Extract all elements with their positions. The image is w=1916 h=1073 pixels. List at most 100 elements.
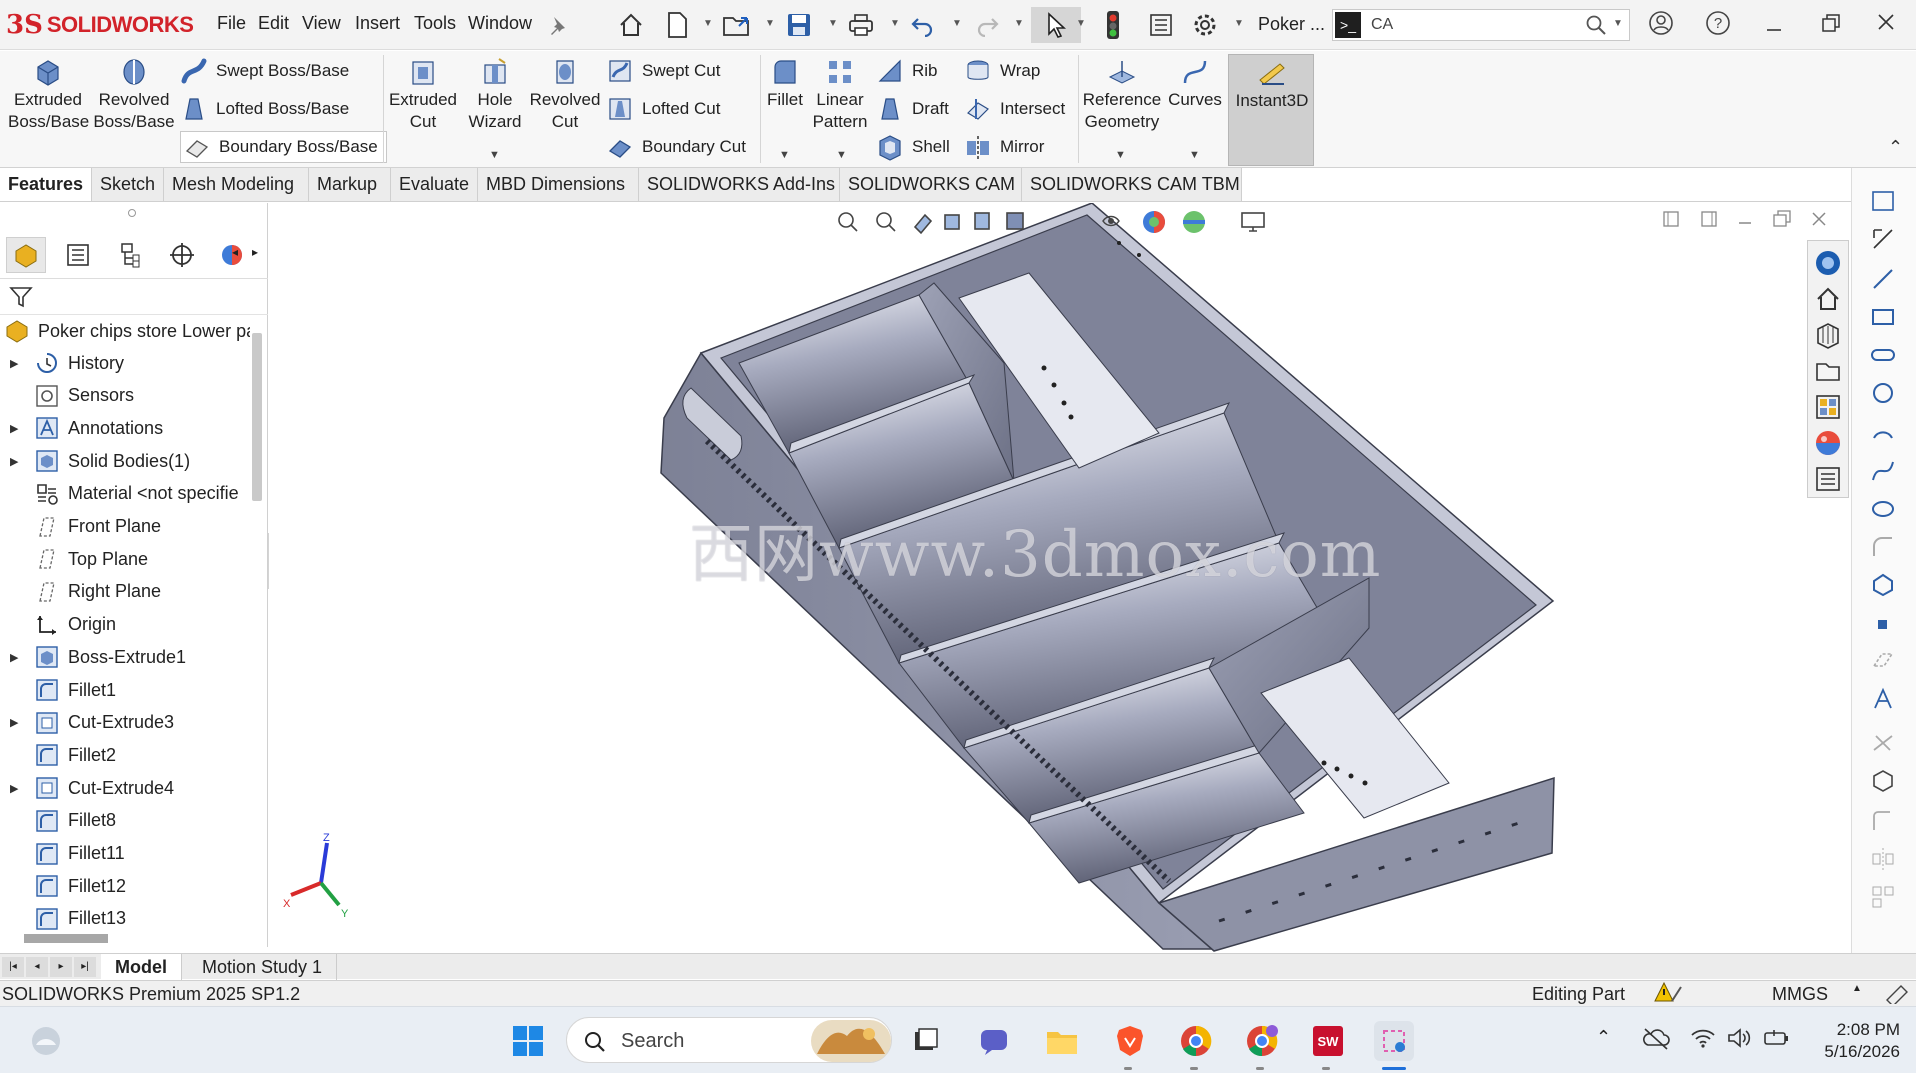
extruded-cut-button[interactable]: Extruded Cut [386,57,460,133]
wifi-icon[interactable] [1690,1027,1716,1054]
property-manager-tab-icon[interactable] [58,237,98,273]
rebuild-traffic-light-icon[interactable] [1098,10,1128,40]
show-hidden-icons-chevron-icon[interactable]: ⌃ [1596,1027,1611,1048]
tabs-scroll-right-icon[interactable]: ▸ [252,245,258,259]
design-library-icon[interactable] [1814,321,1842,354]
viewport-pane-right-icon[interactable] [1699,209,1719,234]
viewport-pane-left-icon[interactable] [1661,209,1681,234]
linear-pattern-caret[interactable]: ▼ [836,149,847,161]
lofted-cut-button[interactable]: Lofted Cut [606,93,720,125]
reference-geometry-caret[interactable]: ▼ [1115,149,1126,161]
linear-pattern-button[interactable]: Linear Pattern [808,57,872,133]
tab-evaluate[interactable]: Evaluate [391,168,478,201]
heads-up-view-toolbar[interactable] [835,207,1065,237]
swept-cut-button[interactable]: Swept Cut [606,55,720,87]
fillet-button[interactable]: Fillet [764,57,806,111]
system-clock[interactable]: 2:08 PM 5/16/2026 [1810,1019,1900,1063]
file-properties-icon[interactable] [1146,10,1176,40]
units-system-text[interactable]: MMGS [1772,984,1828,1005]
line-tool-icon[interactable] [1870,266,1896,297]
battery-icon[interactable] [1762,1027,1790,1054]
menu-window[interactable]: Window [468,13,532,34]
open-folder-icon[interactable] [722,10,752,40]
rectangle-tool-icon[interactable] [1870,304,1896,335]
customize-status-icon[interactable] [1884,982,1910,1009]
smart-dimension-icon[interactable] [1870,226,1896,257]
command-search-box[interactable]: >_ CA ▼ [1332,9,1630,41]
user-account-icon[interactable] [1648,10,1674,42]
tab-features[interactable]: Features [0,168,92,201]
tree-horizontal-scrollbar[interactable] [24,934,108,943]
edit-appearance-icon[interactable] [1141,209,1167,240]
options-gear-icon[interactable] [1190,10,1220,40]
lofted-boss-button[interactable]: Lofted Boss/Base [180,93,349,125]
point-tool-icon[interactable] [1878,620,1887,629]
home-icon[interactable] [616,10,646,40]
tree-scrollbar[interactable] [252,333,262,501]
reference-geometry-button[interactable]: Reference Geometry [1080,57,1164,133]
feature-tree-item[interactable]: Material <not specifie [0,478,250,510]
viewport-close-icon[interactable] [1809,209,1829,234]
chrome-profile-browser-icon[interactable] [1242,1021,1282,1061]
options-dropdown-caret[interactable]: ▼ [1234,18,1244,29]
menu-view[interactable]: View [302,13,341,34]
pin-icon[interactable] [542,10,572,40]
select-arrow-icon[interactable] [1031,7,1081,43]
extruded-boss-button[interactable]: Extruded Boss/Base [8,57,89,133]
select-dropdown-caret[interactable]: ▼ [1076,18,1086,29]
tab-sketch[interactable]: Sketch [92,168,164,201]
panel-grip[interactable] [128,209,136,217]
feature-tree-item[interactable]: Right Plane [0,576,250,608]
spline-tool-icon[interactable] [1870,458,1896,489]
units-dropdown-caret[interactable]: ▲ [1852,983,1862,994]
text-tool-icon[interactable] [1870,686,1896,717]
solidworks-logo[interactable]: 3S SOLIDWORKS [6,8,194,42]
tab-last-icon[interactable]: ▸| [74,957,96,977]
menu-insert[interactable]: Insert [355,13,400,34]
shell-button[interactable]: Shell [876,131,950,163]
onedrive-offline-icon[interactable] [1642,1027,1670,1056]
feature-tree-item[interactable]: Fillet1 [0,674,250,706]
print-icon[interactable] [846,10,876,40]
revolved-boss-button[interactable]: Revolved Boss/Base [92,57,176,133]
tree-root-part[interactable]: Poker chips store Lower pa [0,315,250,347]
tab-prev-icon[interactable]: ◂ [26,957,48,977]
view-palette-icon[interactable] [1814,393,1842,426]
boundary-cut-button[interactable]: Boundary Cut [606,131,746,163]
linear-sketch-pattern-icon[interactable] [1870,884,1896,915]
windows-start-icon[interactable] [508,1021,548,1061]
fillet-caret[interactable]: ▼ [779,149,790,161]
feature-tree-item[interactable]: Top Plane [0,543,250,575]
appearances-scenes-icon[interactable] [1814,429,1842,462]
expand-arrow-icon[interactable]: ▶ [10,422,24,435]
command-search-value[interactable]: CA [1371,16,1393,34]
hole-wizard-caret[interactable]: ▼ [489,149,500,161]
redo-dropdown-caret[interactable]: ▼ [1014,18,1024,29]
expand-arrow-icon[interactable]: ▶ [10,782,24,795]
expand-arrow-icon[interactable]: ▶ [10,716,24,729]
feature-manager-tab-icon[interactable] [6,237,46,273]
filter-funnel-icon[interactable] [8,284,34,315]
feature-tree-item[interactable]: ▶ Annotations [0,412,250,444]
fillet-sketch-icon[interactable] [1870,534,1896,565]
tab-first-icon[interactable]: |◂ [2,957,24,977]
tab-mbd-dimensions[interactable]: MBD Dimensions [478,168,639,201]
curves-button[interactable]: Curves [1164,57,1226,111]
viewport-minimize-icon[interactable] [1735,209,1755,234]
feature-tree-item[interactable]: Sensors [0,380,250,412]
graphics-area[interactable]: 西网www.3dmox.com Z X Y [269,203,1850,953]
custom-properties-icon[interactable] [1814,465,1842,498]
feature-tree-item[interactable]: ▶ Cut-Extrude3 [0,707,250,739]
revolved-cut-button[interactable]: Revolved Cut [528,57,602,133]
circle-tool-icon[interactable] [1870,380,1896,411]
instant3d-button[interactable]: Instant3D [1228,54,1314,166]
polygon-tool-icon[interactable] [1870,572,1896,603]
hide-show-items-icon[interactable] [1099,209,1123,238]
tab-motion-study-1[interactable]: Motion Study 1 [188,954,338,980]
brave-browser-icon[interactable] [1110,1021,1150,1061]
sketch-icon[interactable] [1870,188,1896,219]
ellipse-tool-icon[interactable] [1870,496,1896,527]
trim-entities-icon[interactable] [1870,730,1896,761]
tab-markup[interactable]: Markup [309,168,391,201]
taskbar-search-box[interactable]: Search [566,1017,892,1063]
